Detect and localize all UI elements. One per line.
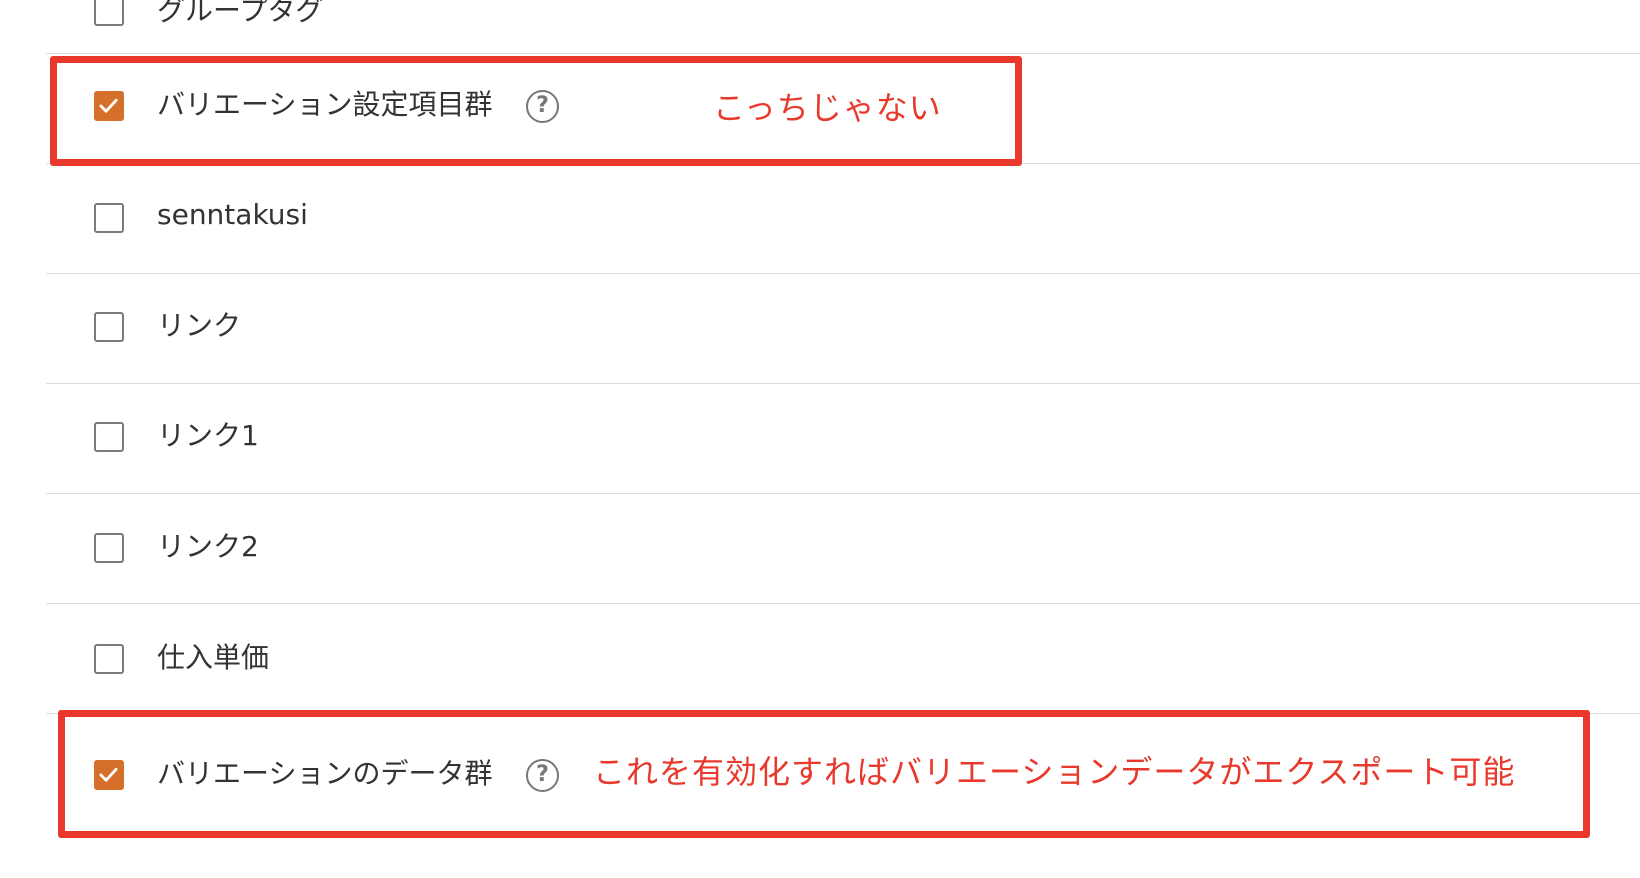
row-checkbox[interactable] [94, 312, 124, 342]
list-item[interactable]: リンク2 [46, 494, 1640, 604]
help-icon[interactable]: ? [526, 90, 559, 123]
checkmark-icon [99, 98, 118, 113]
row-checkbox[interactable] [94, 203, 124, 233]
row-label: senntakusi [157, 198, 308, 231]
list-item[interactable]: リンク1 [46, 384, 1640, 494]
row-checkbox[interactable] [94, 422, 124, 452]
row-label: リンク [157, 309, 242, 342]
annotation-enable-this: これを有効化すればバリエーションデータがエクスポート可能 [593, 753, 1516, 791]
row-label: バリエーション設定項目群 [157, 88, 493, 121]
checkmark-icon [99, 767, 118, 782]
row-label: リンク1 [157, 419, 259, 452]
help-icon[interactable]: ? [526, 759, 559, 792]
annotation-not-this: こっちじゃない [713, 89, 942, 127]
row-checkbox[interactable] [94, 0, 124, 26]
row-checkbox[interactable] [94, 644, 124, 674]
row-label: グループタグ [157, 0, 324, 27]
field-list: グループタグ バリエーション設定項目群 ? senntakusi リンク リンク… [46, 0, 1640, 878]
list-item[interactable]: グループタグ [46, 0, 1640, 54]
row-checkbox[interactable] [94, 760, 124, 790]
row-label: 仕入単価 [157, 641, 270, 674]
row-checkbox[interactable] [94, 533, 124, 563]
list-item[interactable]: リンク [46, 274, 1640, 384]
list-item[interactable]: senntakusi [46, 164, 1640, 274]
row-label: リンク2 [157, 530, 259, 563]
list-item[interactable]: 仕入単価 [46, 604, 1640, 714]
row-label: バリエーションのデータ群 [157, 757, 493, 790]
row-checkbox[interactable] [94, 91, 124, 121]
